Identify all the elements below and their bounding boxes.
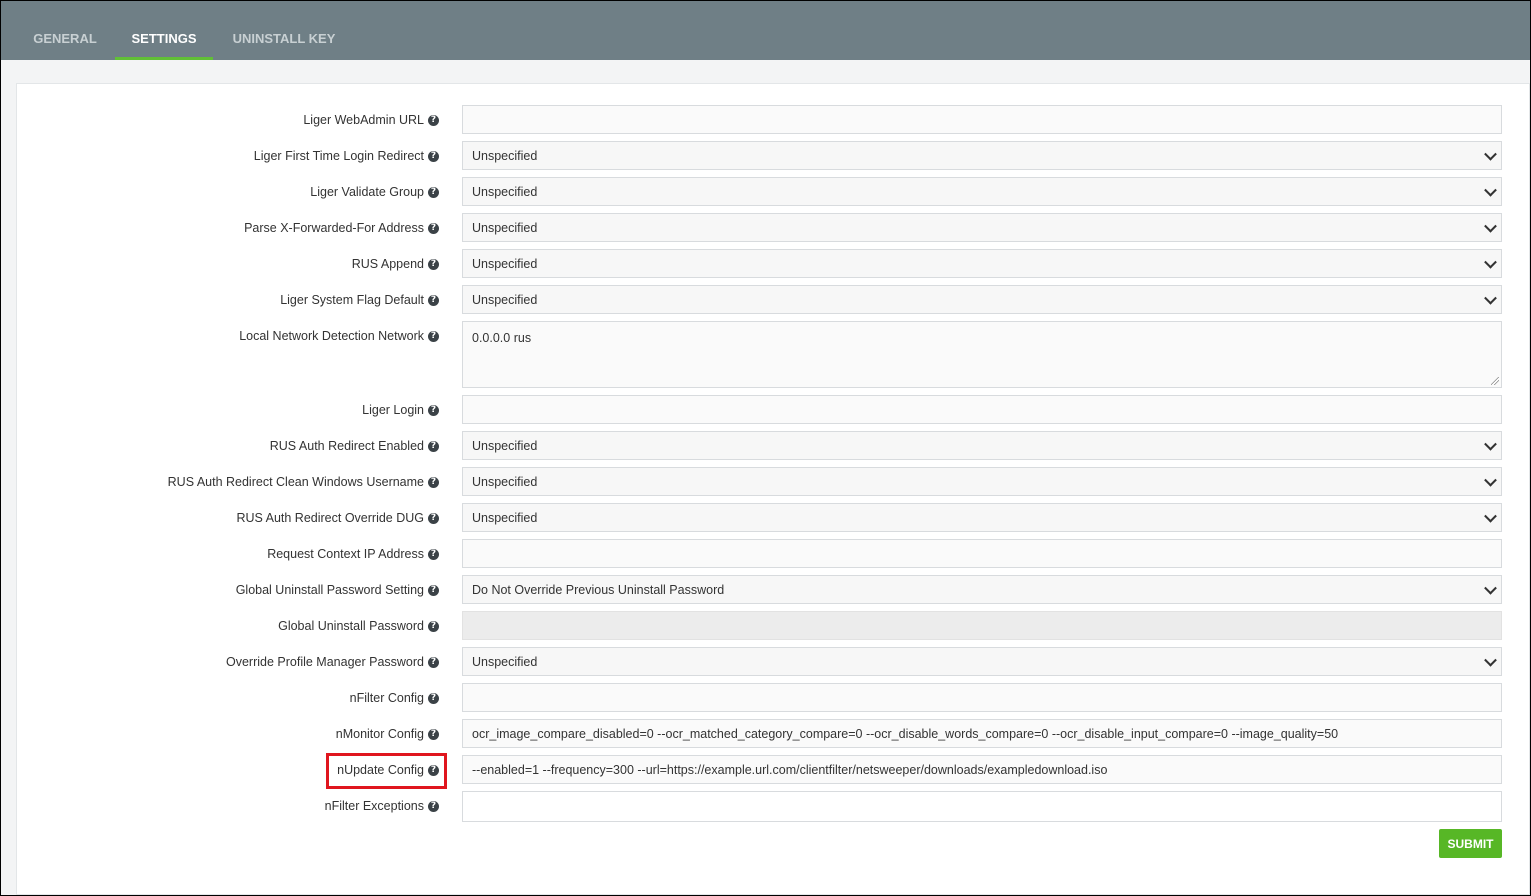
liger-login-input[interactable] xyxy=(462,395,1502,424)
chevron-down-icon xyxy=(1484,291,1497,305)
help-icon[interactable]: ? xyxy=(428,258,439,270)
chevron-down-icon xyxy=(1484,581,1497,595)
help-icon[interactable]: ? xyxy=(428,404,439,416)
tab-settings[interactable]: SETTINGS xyxy=(115,1,213,60)
help-icon[interactable]: ? xyxy=(428,186,439,198)
local-network-detection-textarea[interactable]: 0.0.0.0 rus xyxy=(462,321,1502,388)
resize-handle-icon[interactable] xyxy=(1491,377,1499,385)
help-icon[interactable]: ? xyxy=(428,620,439,632)
nmonitor-config-input[interactable]: ocr_image_compare_disabled=0 --ocr_match… xyxy=(462,719,1502,748)
override-profile-manager-password-select[interactable]: Unspecified xyxy=(462,647,1502,676)
field-label: Request Context IP Address? xyxy=(267,539,439,569)
nfilter-exceptions-input[interactable] xyxy=(462,791,1502,822)
chevron-down-icon xyxy=(1484,437,1497,451)
help-icon[interactable]: ? xyxy=(428,584,439,596)
field-label: Liger First Time Login Redirect? xyxy=(254,141,439,171)
chevron-down-icon xyxy=(1484,473,1497,487)
rus-append-select[interactable]: Unspecified xyxy=(462,249,1502,278)
field-label: Liger Login? xyxy=(362,395,439,425)
help-icon[interactable]: ? xyxy=(428,222,439,234)
highlight-box xyxy=(326,753,447,789)
liger-system-flag-default-select[interactable]: Unspecified xyxy=(462,285,1502,314)
help-icon[interactable]: ? xyxy=(428,656,439,668)
help-icon[interactable]: ? xyxy=(428,512,439,524)
field-label: Global Uninstall Password? xyxy=(278,611,439,641)
chevron-down-icon xyxy=(1484,255,1497,269)
chevron-down-icon xyxy=(1484,147,1497,161)
field-label: RUS Append? xyxy=(352,249,439,279)
field-label: nFilter Exceptions? xyxy=(325,791,439,821)
help-icon[interactable]: ? xyxy=(428,294,439,306)
global-uninstall-password-setting-select[interactable]: Do Not Override Previous Uninstall Passw… xyxy=(462,575,1502,604)
field-label: Liger Validate Group? xyxy=(310,177,439,207)
field-label: Local Network Detection Network? xyxy=(239,321,439,351)
liger-validate-group-select[interactable]: Unspecified xyxy=(462,177,1502,206)
help-icon[interactable]: ? xyxy=(428,728,439,740)
field-label: Override Profile Manager Password? xyxy=(226,647,439,677)
field-label: RUS Auth Redirect Clean Windows Username… xyxy=(168,467,439,497)
tab-general[interactable]: GENERAL xyxy=(15,1,115,60)
submit-button[interactable]: SUBMIT xyxy=(1439,829,1502,858)
help-icon[interactable]: ? xyxy=(428,440,439,452)
field-label: nMonitor Config? xyxy=(336,719,439,749)
field-label: Global Uninstall Password Setting? xyxy=(236,575,439,605)
parse-x-forwarded-for-select[interactable]: Unspecified xyxy=(462,213,1502,242)
rus-auth-redirect-clean-username-select[interactable]: Unspecified xyxy=(462,467,1502,496)
help-icon[interactable]: ? xyxy=(428,548,439,560)
help-icon[interactable]: ? xyxy=(428,330,439,342)
help-icon[interactable]: ? xyxy=(428,476,439,488)
field-label: nFilter Config? xyxy=(350,683,439,713)
chevron-down-icon xyxy=(1484,653,1497,667)
settings-window: GENERAL SETTINGS UNINSTALL KEY Liger Web… xyxy=(0,0,1531,896)
field-label: RUS Auth Redirect Enabled? xyxy=(270,431,439,461)
field-label: Parse X-Forwarded-For Address? xyxy=(244,213,439,243)
rus-auth-redirect-enabled-select[interactable]: Unspecified xyxy=(462,431,1502,460)
help-icon[interactable]: ? xyxy=(428,800,439,812)
nupdate-config-input[interactable]: --enabled=1 --frequency=300 --url=https:… xyxy=(462,755,1502,784)
help-icon[interactable]: ? xyxy=(428,114,439,126)
chevron-down-icon xyxy=(1484,509,1497,523)
field-label: RUS Auth Redirect Override DUG? xyxy=(236,503,439,533)
field-label: Liger WebAdmin URL? xyxy=(303,105,439,135)
liger-first-time-login-redirect-select[interactable]: Unspecified xyxy=(462,141,1502,170)
field-label: Liger System Flag Default? xyxy=(280,285,439,315)
nfilter-config-input[interactable] xyxy=(462,683,1502,712)
global-uninstall-password-input xyxy=(462,611,1502,640)
help-icon[interactable]: ? xyxy=(428,150,439,162)
help-icon[interactable]: ? xyxy=(428,692,439,704)
tab-bar: GENERAL SETTINGS UNINSTALL KEY xyxy=(1,1,1530,60)
rus-auth-redirect-override-dug-select[interactable]: Unspecified xyxy=(462,503,1502,532)
tab-uninstall-key[interactable]: UNINSTALL KEY xyxy=(223,1,345,60)
chevron-down-icon xyxy=(1484,183,1497,197)
chevron-down-icon xyxy=(1484,219,1497,233)
request-context-ip-input[interactable] xyxy=(462,539,1502,568)
liger-webadmin-url-input[interactable] xyxy=(462,105,1502,134)
